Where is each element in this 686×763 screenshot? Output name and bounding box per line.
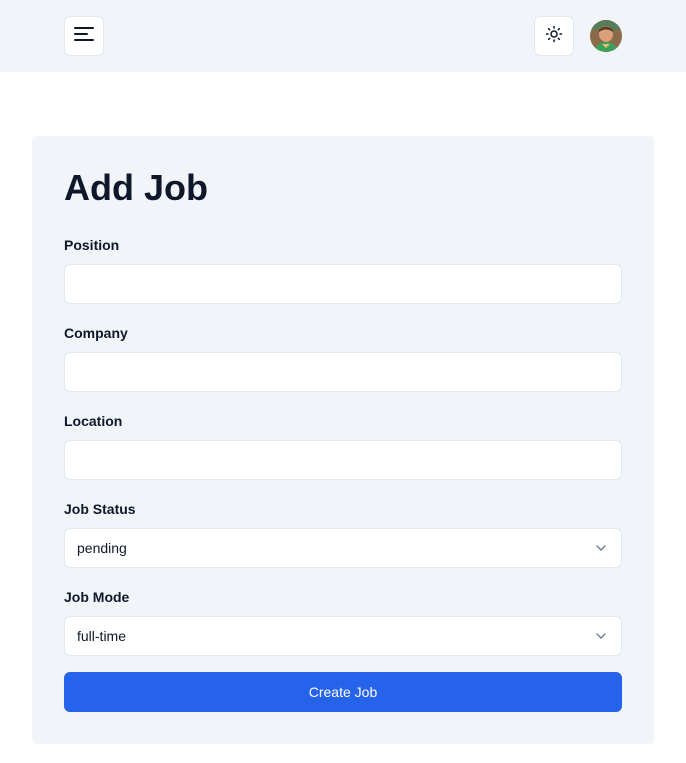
chevron-down-icon bbox=[593, 540, 609, 556]
company-input[interactable] bbox=[64, 352, 622, 392]
add-job-card: Add Job Position Company Location Job St… bbox=[32, 136, 654, 744]
page-title: Add Job bbox=[64, 167, 208, 208]
create-job-button[interactable]: Create Job bbox=[64, 672, 622, 712]
position-label: Position bbox=[64, 237, 120, 253]
job-mode-select[interactable]: full-time bbox=[64, 616, 622, 656]
menu-button[interactable] bbox=[64, 16, 104, 56]
location-label: Location bbox=[64, 413, 123, 429]
job-status-label: Job Status bbox=[64, 501, 136, 517]
location-input[interactable] bbox=[64, 440, 622, 480]
sun-icon bbox=[545, 25, 563, 48]
job-status-select[interactable]: pending bbox=[64, 528, 622, 568]
job-mode-label: Job Mode bbox=[64, 589, 130, 605]
company-label: Company bbox=[64, 325, 128, 341]
position-input[interactable] bbox=[64, 264, 622, 304]
menu-icon bbox=[74, 24, 94, 49]
user-avatar[interactable] bbox=[590, 20, 622, 52]
chevron-down-icon bbox=[593, 628, 609, 644]
job-status-value: pending bbox=[77, 540, 127, 556]
top-navbar bbox=[0, 0, 686, 72]
job-mode-value: full-time bbox=[77, 628, 127, 644]
theme-toggle-button[interactable] bbox=[534, 16, 574, 56]
